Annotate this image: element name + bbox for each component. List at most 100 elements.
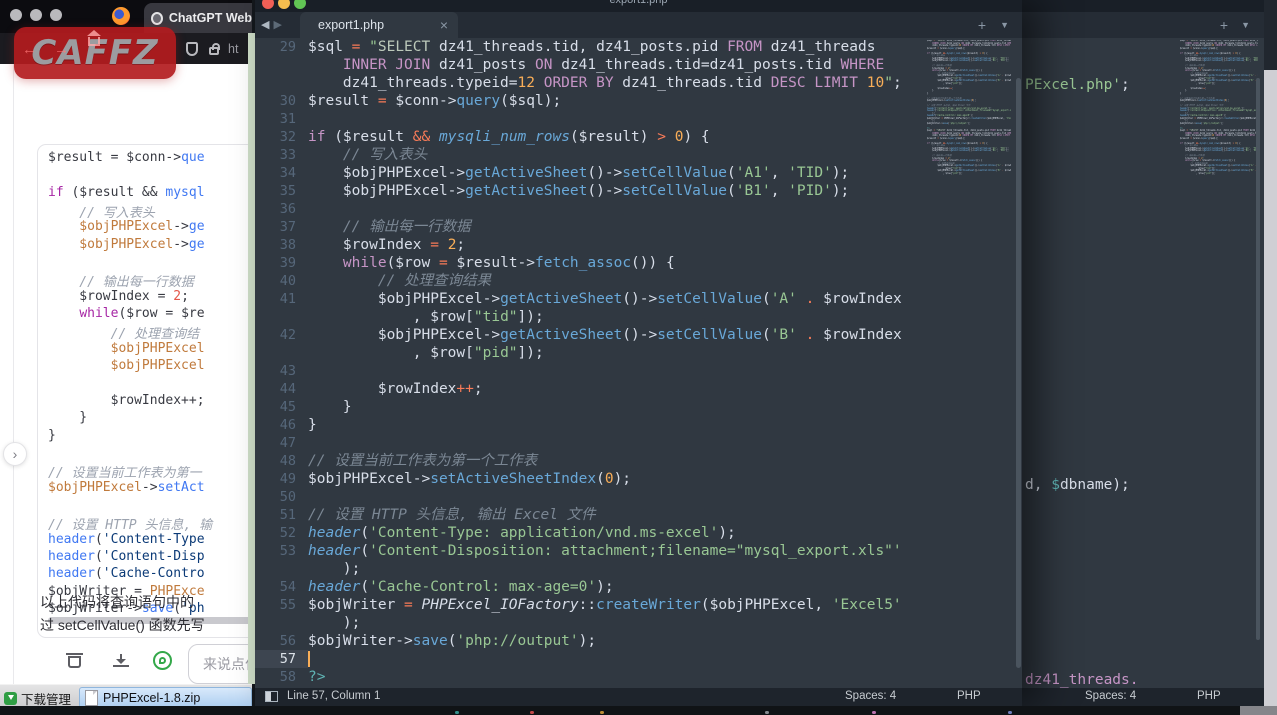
code-line[interactable]: dz41_threads.typeid=12 ORDER BY dz41_thr… [255,74,1022,92]
back-tabbar: + ▼ [1020,12,1264,38]
code-line[interactable]: 47 [255,434,1022,452]
indent-setting[interactable]: Spaces: 4 [845,690,896,702]
code-fragment: dz41_threads. [1025,672,1139,688]
line-number: 41 [279,291,296,307]
code-line[interactable]: 30 $result = $conn->query($sql); [255,92,1022,110]
new-tab-button[interactable]: + [1220,17,1228,33]
cursor-position: Line 57, Column 1 [287,690,381,702]
code-line[interactable]: 37 // 输出每一行数据 [255,218,1022,236]
code-line[interactable]: 41 $objPHPExcel->getActiveSheet()->setCe… [255,290,1022,308]
background-window-sliver [1264,70,1277,710]
trash-icon[interactable] [66,653,83,668]
code-line[interactable]: 36 [255,200,1022,218]
code-line: } [48,410,88,426]
new-tab-button[interactable]: + [978,17,986,33]
code-line[interactable]: ); [255,560,1022,578]
syntax-setting[interactable]: PHP [957,690,981,702]
shield-icon[interactable] [186,41,198,56]
code-line[interactable]: 42 $objPHPExcel->getActiveSheet()->setCe… [255,326,1022,344]
line-number [255,74,308,92]
downloaded-file-name: PHPExcel-1.8.zip [103,691,201,705]
code-line[interactable]: 34 $objPHPExcel->getActiveSheet()->setCe… [255,164,1022,182]
chatgpt-page: › $result = $conn->que if ($result && mys… [0,64,252,684]
code-line: $objPHPExcel->setAct [48,479,205,495]
scrollbar[interactable] [1256,78,1260,640]
window-control-icon[interactable] [50,9,62,21]
minimap[interactable]: $sql = "SELECT dz41_threads.tid, dz41_po… [1180,40,1258,176]
background-dark-corner [1264,0,1277,70]
code-line: $result = $conn->que [48,150,205,165]
code-line: } [48,427,56,443]
chat-input[interactable] [188,644,252,684]
code-line[interactable]: 49 $objPHPExcel->setActiveSheetIndex(0); [255,470,1022,488]
line-number: 52 [279,525,296,541]
code-line: $rowIndex++; [48,392,205,408]
tab-overflow-menu[interactable]: ▼ [1241,20,1250,30]
code-line[interactable]: INNER JOIN dz41_posts ON dz41_threads.ti… [255,56,1022,74]
url-text[interactable]: ht [228,42,238,56]
code-line[interactable]: 50 [255,488,1022,506]
code-line[interactable]: 55 $objWriter = PHPExcel_IOFactory::creat… [255,596,1022,614]
code-line[interactable]: 57 [255,650,1022,668]
code-line[interactable]: 54 header('Cache-Control: max-age=0'); [255,578,1022,596]
code-line[interactable]: 29 $sql = "SELECT dz41_threads.tid, dz41_… [255,38,1022,56]
window-control-icon[interactable] [30,9,42,21]
whatsapp-icon[interactable] [153,651,172,670]
code-line[interactable]: , $row["tid"]); [255,308,1022,326]
code-line: $objPHPExcel->ge [48,236,205,252]
code-line[interactable]: 32 if ($result && mysqli_num_rows($result… [255,128,1022,146]
lock-icon[interactable] [209,42,220,55]
line-number: 46 [279,417,296,433]
code-line[interactable]: 33 // 写入表头 [255,146,1022,164]
code-line[interactable]: 45 } [255,398,1022,416]
dock-app-dot [600,711,604,714]
download-icon[interactable] [113,654,129,667]
code-line[interactable]: , $row["pid"]); [255,344,1022,362]
editor-titlebar[interactable]: export1.php [255,0,1022,12]
line-number: 34 [279,165,296,181]
line-number: 30 [279,93,296,109]
code-line[interactable]: 58 ?> [255,668,1022,686]
code-line[interactable]: 44 $rowIndex++; [255,380,1022,398]
tab-overflow-menu[interactable]: ▼ [1000,20,1009,30]
code-line[interactable]: 39 while($row = $result->fetch_assoc()) … [255,254,1022,272]
indent-setting[interactable]: Spaces: 4 [1085,690,1136,702]
tab-nav-arrows[interactable]: ◀▶ [261,18,286,31]
code-line[interactable]: ); [255,614,1022,632]
syntax-setting[interactable]: PHP [1197,690,1221,702]
code-line[interactable]: 53 header('Content-Disposition: attachmen… [255,542,1022,560]
close-icon[interactable]: × [440,17,448,33]
code-line[interactable]: 51// 设置 HTTP 头信息, 输出 Excel 文件 [255,506,1022,524]
code-line[interactable]: 48// 设置当前工作表为第一个工作表 [255,452,1022,470]
code-line[interactable]: 38 $rowIndex = 2; [255,236,1022,254]
code-line[interactable]: 35 $objPHPExcel->getActiveSheet()->setCe… [255,182,1022,200]
screen: ChatGPT Web ht › $result = $conn->que if … [0,0,1277,715]
back-arrow-icon: ← [22,41,37,58]
code-editor[interactable]: 29 $sql = "SELECT dz41_threads.tid, dz41_… [255,38,1022,688]
code-line[interactable]: 56 $objWriter->save('php://output'); [255,632,1022,650]
tab-export1-php[interactable]: export1.php × [300,12,458,38]
dock-app-dot [1008,711,1012,714]
window-control-icon[interactable] [10,9,22,21]
code-line[interactable]: 52 header('Content-Type: application/vnd.… [255,524,1022,542]
code-line[interactable]: 31 [255,110,1022,128]
line-number: 56 [279,633,296,649]
firefox-icon [112,7,130,25]
code-line[interactable]: 46} [255,416,1022,434]
line-number: 36 [279,201,296,217]
back-titlebar[interactable] [1020,0,1264,12]
dock-app-dot [530,711,534,714]
code-line[interactable]: 40 // 处理查询结果 [255,272,1022,290]
home-icon [87,30,101,46]
line-number [255,614,308,632]
chatgpt-code-block: $result = $conn->que if ($result && mysql… [37,144,252,638]
panel-toggle-icon[interactable] [265,691,278,702]
download-manager-label: 下载管理 [21,692,72,707]
sidebar-expand-button[interactable]: › [3,442,27,466]
code-line[interactable]: 43 [255,362,1022,380]
minimap[interactable]: $sql = "SELECT dz41_threads.tid, dz41_po… [927,40,1011,176]
line-number: 48 [279,453,296,469]
scrollbar[interactable] [1016,78,1021,668]
